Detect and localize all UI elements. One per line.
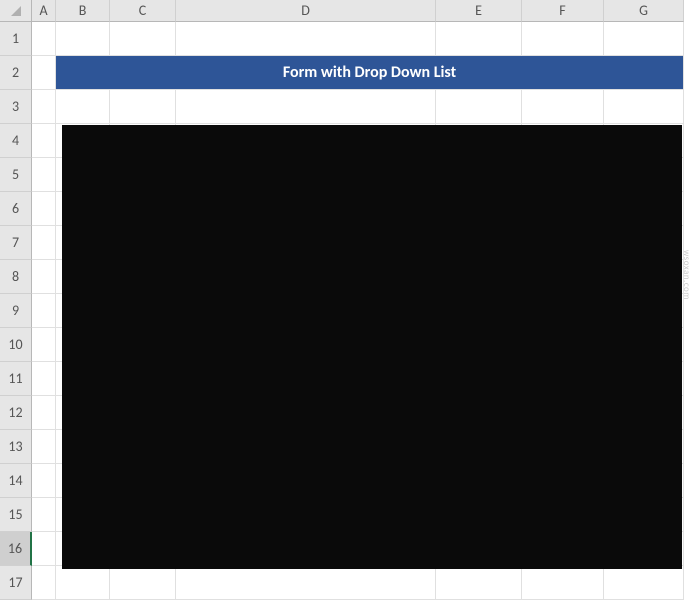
cell[interactable]: [56, 22, 110, 56]
col-header-f[interactable]: F: [522, 0, 604, 22]
cell[interactable]: [32, 56, 56, 90]
row-header[interactable]: 11: [0, 362, 32, 396]
cell[interactable]: [32, 362, 56, 396]
title-banner[interactable]: Form with Drop Down List: [56, 56, 684, 90]
row-header[interactable]: 6: [0, 192, 32, 226]
cell[interactable]: [56, 566, 110, 600]
cell[interactable]: [32, 192, 56, 226]
cell[interactable]: [32, 22, 56, 56]
cell[interactable]: [32, 226, 56, 260]
cell[interactable]: [436, 90, 522, 124]
row-header[interactable]: 17: [0, 566, 32, 600]
watermark-text: wsoxan.com: [681, 250, 692, 300]
col-header-d[interactable]: D: [176, 0, 436, 22]
cell[interactable]: [32, 430, 56, 464]
cell[interactable]: [110, 90, 176, 124]
row-header[interactable]: 15: [0, 498, 32, 532]
cell[interactable]: [110, 566, 176, 600]
col-header-a[interactable]: A: [32, 0, 56, 22]
col-header-g[interactable]: G: [604, 0, 684, 22]
cell[interactable]: [522, 22, 604, 56]
cell[interactable]: [32, 294, 56, 328]
col-header-c[interactable]: C: [110, 0, 176, 22]
cell[interactable]: [32, 260, 56, 294]
cell[interactable]: [32, 328, 56, 362]
col-header-b[interactable]: B: [56, 0, 110, 22]
row-header[interactable]: 12: [0, 396, 32, 430]
row-header[interactable]: 5: [0, 158, 32, 192]
cell[interactable]: [522, 90, 604, 124]
cell[interactable]: [176, 22, 436, 56]
select-all-corner[interactable]: [0, 0, 32, 22]
cell[interactable]: [32, 396, 56, 430]
row-header[interactable]: 3: [0, 90, 32, 124]
embedded-form-object[interactable]: [62, 125, 682, 569]
cell[interactable]: [32, 566, 56, 600]
row-header[interactable]: 13: [0, 430, 32, 464]
cell[interactable]: [604, 566, 684, 600]
cell[interactable]: [32, 532, 56, 566]
row-header[interactable]: 8: [0, 260, 32, 294]
row-header-selected[interactable]: 16: [0, 532, 32, 566]
cell[interactable]: [604, 22, 684, 56]
cell[interactable]: [56, 90, 110, 124]
cell[interactable]: [436, 22, 522, 56]
cell[interactable]: [32, 158, 56, 192]
row-header[interactable]: 14: [0, 464, 32, 498]
cell[interactable]: [110, 22, 176, 56]
row-header[interactable]: 4: [0, 124, 32, 158]
row-header[interactable]: 1: [0, 22, 32, 56]
row-header[interactable]: 9: [0, 294, 32, 328]
cell[interactable]: [436, 566, 522, 600]
cell[interactable]: [176, 566, 436, 600]
cell[interactable]: [32, 90, 56, 124]
cell[interactable]: [32, 498, 56, 532]
cell[interactable]: [32, 124, 56, 158]
cell[interactable]: [32, 464, 56, 498]
cell[interactable]: [604, 90, 684, 124]
row-header[interactable]: 2: [0, 56, 32, 90]
col-header-e[interactable]: E: [436, 0, 522, 22]
row-header[interactable]: 10: [0, 328, 32, 362]
row-header[interactable]: 7: [0, 226, 32, 260]
cell[interactable]: [522, 566, 604, 600]
cell[interactable]: [176, 90, 436, 124]
